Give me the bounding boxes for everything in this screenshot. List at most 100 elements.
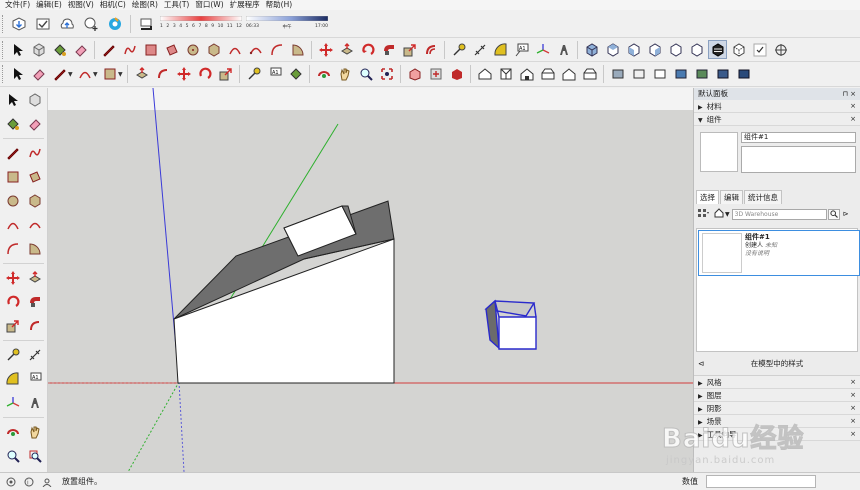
- rotated-rectangle-icon[interactable]: [162, 40, 181, 59]
- xray-style-icon[interactable]: [708, 40, 727, 59]
- extension-manager-icon[interactable]: [426, 65, 445, 84]
- push-pull-icon[interactable]: [25, 268, 45, 288]
- follow-me-icon[interactable]: [25, 292, 45, 312]
- select-arrow-icon[interactable]: [8, 65, 27, 84]
- three-point-arc-icon[interactable]: [267, 40, 286, 59]
- axes-icon[interactable]: [533, 40, 552, 59]
- offset-icon[interactable]: [25, 316, 45, 336]
- tab-select[interactable]: 选择: [696, 190, 719, 204]
- components-panel-header[interactable]: ▼ 组件 ×: [694, 113, 860, 126]
- tape-measure-icon[interactable]: [449, 40, 468, 59]
- home-icon[interactable]: [714, 207, 724, 221]
- line-pencil-icon[interactable]: [99, 40, 118, 59]
- instructor-panel-header[interactable]: ▶ 工具向导 ×: [694, 428, 860, 441]
- select-arrow-icon[interactable]: [3, 90, 23, 110]
- pan-hand-icon[interactable]: [25, 422, 45, 442]
- rectangle-icon[interactable]: [3, 167, 23, 187]
- menu-file[interactable]: 文件(F): [2, 0, 33, 10]
- shadow-time-ramp[interactable]: 06:33 中午 17:00: [246, 13, 328, 35]
- eraser-icon[interactable]: [29, 65, 48, 84]
- back-house-icon[interactable]: [559, 65, 578, 84]
- freehand-icon[interactable]: [25, 143, 45, 163]
- pin-icon[interactable]: ⊓ ×: [842, 88, 856, 100]
- menu-extensions[interactable]: 扩展程序: [227, 0, 263, 10]
- select-arrow-icon[interactable]: [8, 40, 27, 59]
- close-icon[interactable]: ×: [850, 113, 856, 126]
- polygon-icon[interactable]: [204, 40, 223, 59]
- dimension-icon[interactable]: [470, 40, 489, 59]
- chevron-down-icon[interactable]: ▼: [725, 211, 730, 218]
- menu-view[interactable]: 视图(V): [65, 0, 97, 10]
- toolbar-grip-2[interactable]: [2, 40, 5, 59]
- protractor-icon[interactable]: [3, 369, 23, 389]
- chevron-down-icon[interactable]: ▼: [93, 71, 99, 78]
- styles-panel-header[interactable]: ▶ 风格 ×: [694, 376, 860, 389]
- toolbar-grip-3[interactable]: [2, 65, 5, 83]
- close-icon[interactable]: ×: [850, 428, 856, 441]
- tab-edit[interactable]: 编辑: [720, 190, 743, 204]
- pan-hand-icon[interactable]: [335, 65, 354, 84]
- layers-panel-header[interactable]: ▶ 图层 ×: [694, 389, 860, 402]
- paint-bucket-icon[interactable]: [286, 65, 305, 84]
- rotate-icon[interactable]: [3, 292, 23, 312]
- rectangle-icon[interactable]: [100, 65, 119, 84]
- warehouse-search-input[interactable]: 3D Warehouse: [731, 208, 827, 220]
- arc-icon[interactable]: [225, 40, 244, 59]
- close-icon[interactable]: ×: [850, 402, 856, 415]
- axes-icon[interactable]: [3, 393, 23, 413]
- in-model-styles-row[interactable]: ⊲ 在模型中的样式: [694, 357, 860, 371]
- right-house-icon[interactable]: [538, 65, 557, 84]
- iso-view-icon[interactable]: [582, 40, 601, 59]
- pie-icon[interactable]: [25, 239, 45, 259]
- protractor-icon[interactable]: [491, 40, 510, 59]
- warehouse-icon[interactable]: [405, 65, 424, 84]
- orbit-icon[interactable]: [3, 422, 23, 442]
- three-point-arc-icon[interactable]: [3, 239, 23, 259]
- back-edges-style-icon[interactable]: [729, 40, 748, 59]
- front-view-icon[interactable]: [624, 40, 643, 59]
- component-description-field[interactable]: [741, 146, 856, 173]
- two-point-arc-icon[interactable]: [25, 215, 45, 235]
- details-arrow-icon[interactable]: ⊳: [843, 210, 849, 218]
- follow-me-icon[interactable]: [379, 40, 398, 59]
- zoom-icon[interactable]: [356, 65, 375, 84]
- text-icon[interactable]: A1: [25, 369, 45, 389]
- component-name-field[interactable]: 组件#1: [741, 132, 856, 143]
- eraser-icon[interactable]: [25, 114, 45, 134]
- left-view-icon[interactable]: [687, 40, 706, 59]
- materials-panel-header[interactable]: ▶ 材料 ×: [694, 100, 860, 113]
- display-cube-icon[interactable]: [734, 65, 753, 84]
- offset-icon[interactable]: [153, 65, 172, 84]
- text-icon[interactable]: A1: [265, 65, 284, 84]
- push-pull-icon[interactable]: [132, 65, 151, 84]
- pie-icon[interactable]: [288, 40, 307, 59]
- paint-bucket-icon[interactable]: [3, 114, 23, 134]
- back-view-icon[interactable]: [666, 40, 685, 59]
- toolbar-grip[interactable]: [2, 14, 5, 33]
- two-point-arc-icon[interactable]: [246, 40, 265, 59]
- close-icon[interactable]: ×: [850, 376, 856, 389]
- zoom-icon[interactable]: [3, 446, 23, 466]
- rotate-icon[interactable]: [195, 65, 214, 84]
- orbit-icon[interactable]: [314, 65, 333, 84]
- move-icon[interactable]: [3, 268, 23, 288]
- rotated-rectangle-icon[interactable]: [25, 167, 45, 187]
- shadows-toggle-icon[interactable]: [135, 12, 157, 36]
- tape-measure-icon[interactable]: [244, 65, 263, 84]
- nav-arrow-icon[interactable]: ⊲: [698, 357, 704, 371]
- textured-cube-icon[interactable]: [692, 65, 711, 84]
- 3d-text-icon[interactable]: [554, 40, 573, 59]
- search-icon[interactable]: [827, 208, 840, 220]
- extension-warehouse-icon[interactable]: [32, 12, 54, 36]
- tape-measure-icon[interactable]: [3, 345, 23, 365]
- shadows-panel-header[interactable]: ▶ 阴影 ×: [694, 402, 860, 415]
- line-pencil-icon[interactable]: [3, 143, 23, 163]
- make-component-icon[interactable]: [25, 90, 45, 110]
- add-location-icon[interactable]: [80, 12, 102, 36]
- view-options-icon[interactable]: [698, 208, 710, 221]
- close-icon[interactable]: ×: [850, 389, 856, 402]
- scale-icon[interactable]: [400, 40, 419, 59]
- polygon-icon[interactable]: [25, 191, 45, 211]
- chevron-down-icon[interactable]: ▼: [68, 71, 74, 78]
- zoom-window-icon[interactable]: [25, 446, 45, 466]
